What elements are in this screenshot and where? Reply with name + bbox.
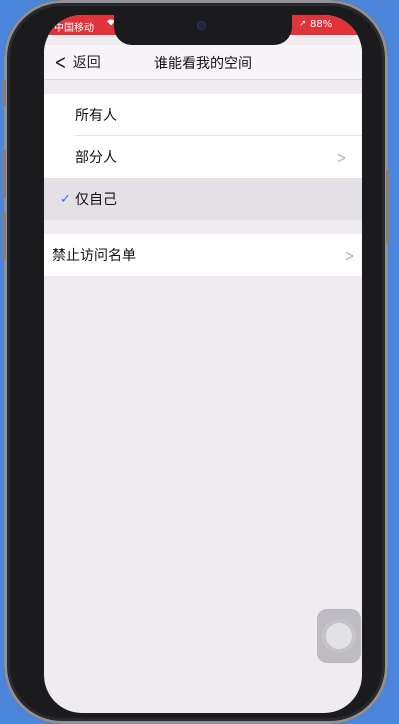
- page-title: 谁能看我的空间: [154, 56, 252, 72]
- blocked-list-label: 禁止访问名单: [52, 248, 136, 264]
- assistive-touch-button[interactable]: [317, 609, 361, 663]
- checkmark-icon: ✓: [60, 191, 71, 207]
- location-icon: ➚: [299, 19, 307, 29]
- chevron-right-icon: >: [344, 245, 354, 265]
- option-only-me[interactable]: ✓ 仅自己: [44, 178, 362, 220]
- option-label: 所有人: [75, 108, 117, 124]
- visibility-options: 所有人 部分人 > ✓ 仅自己: [44, 94, 362, 220]
- battery-label: 88%: [310, 19, 333, 30]
- chevron-right-icon: >: [336, 147, 346, 167]
- volume-down-button: [2, 212, 6, 260]
- phone-frame: 中国移动 ➚ 88% < 返回 谁能看我的空间 所有人 部分人 > ✓ 仅自己 …: [2, 0, 390, 724]
- mute-switch: [2, 80, 6, 106]
- notch: [114, 15, 292, 45]
- option-everyone[interactable]: 所有人: [44, 94, 362, 136]
- carrier-label: 中国移动: [54, 23, 94, 34]
- option-some-people[interactable]: 部分人 >: [44, 136, 362, 178]
- blocked-list-section: 禁止访问名单 >: [44, 234, 362, 276]
- volume-up-button: [2, 150, 6, 198]
- power-button: [386, 170, 390, 244]
- camera-icon: [198, 22, 205, 29]
- option-label: 仅自己: [75, 192, 117, 208]
- option-label: 部分人: [75, 150, 117, 166]
- blocked-list-item[interactable]: 禁止访问名单 >: [44, 234, 362, 276]
- screen: 中国移动 ➚ 88% < 返回 谁能看我的空间 所有人 部分人 > ✓ 仅自己 …: [44, 15, 362, 713]
- assistive-touch-icon: [326, 623, 352, 649]
- navigation-bar: < 返回 谁能看我的空间: [44, 45, 362, 80]
